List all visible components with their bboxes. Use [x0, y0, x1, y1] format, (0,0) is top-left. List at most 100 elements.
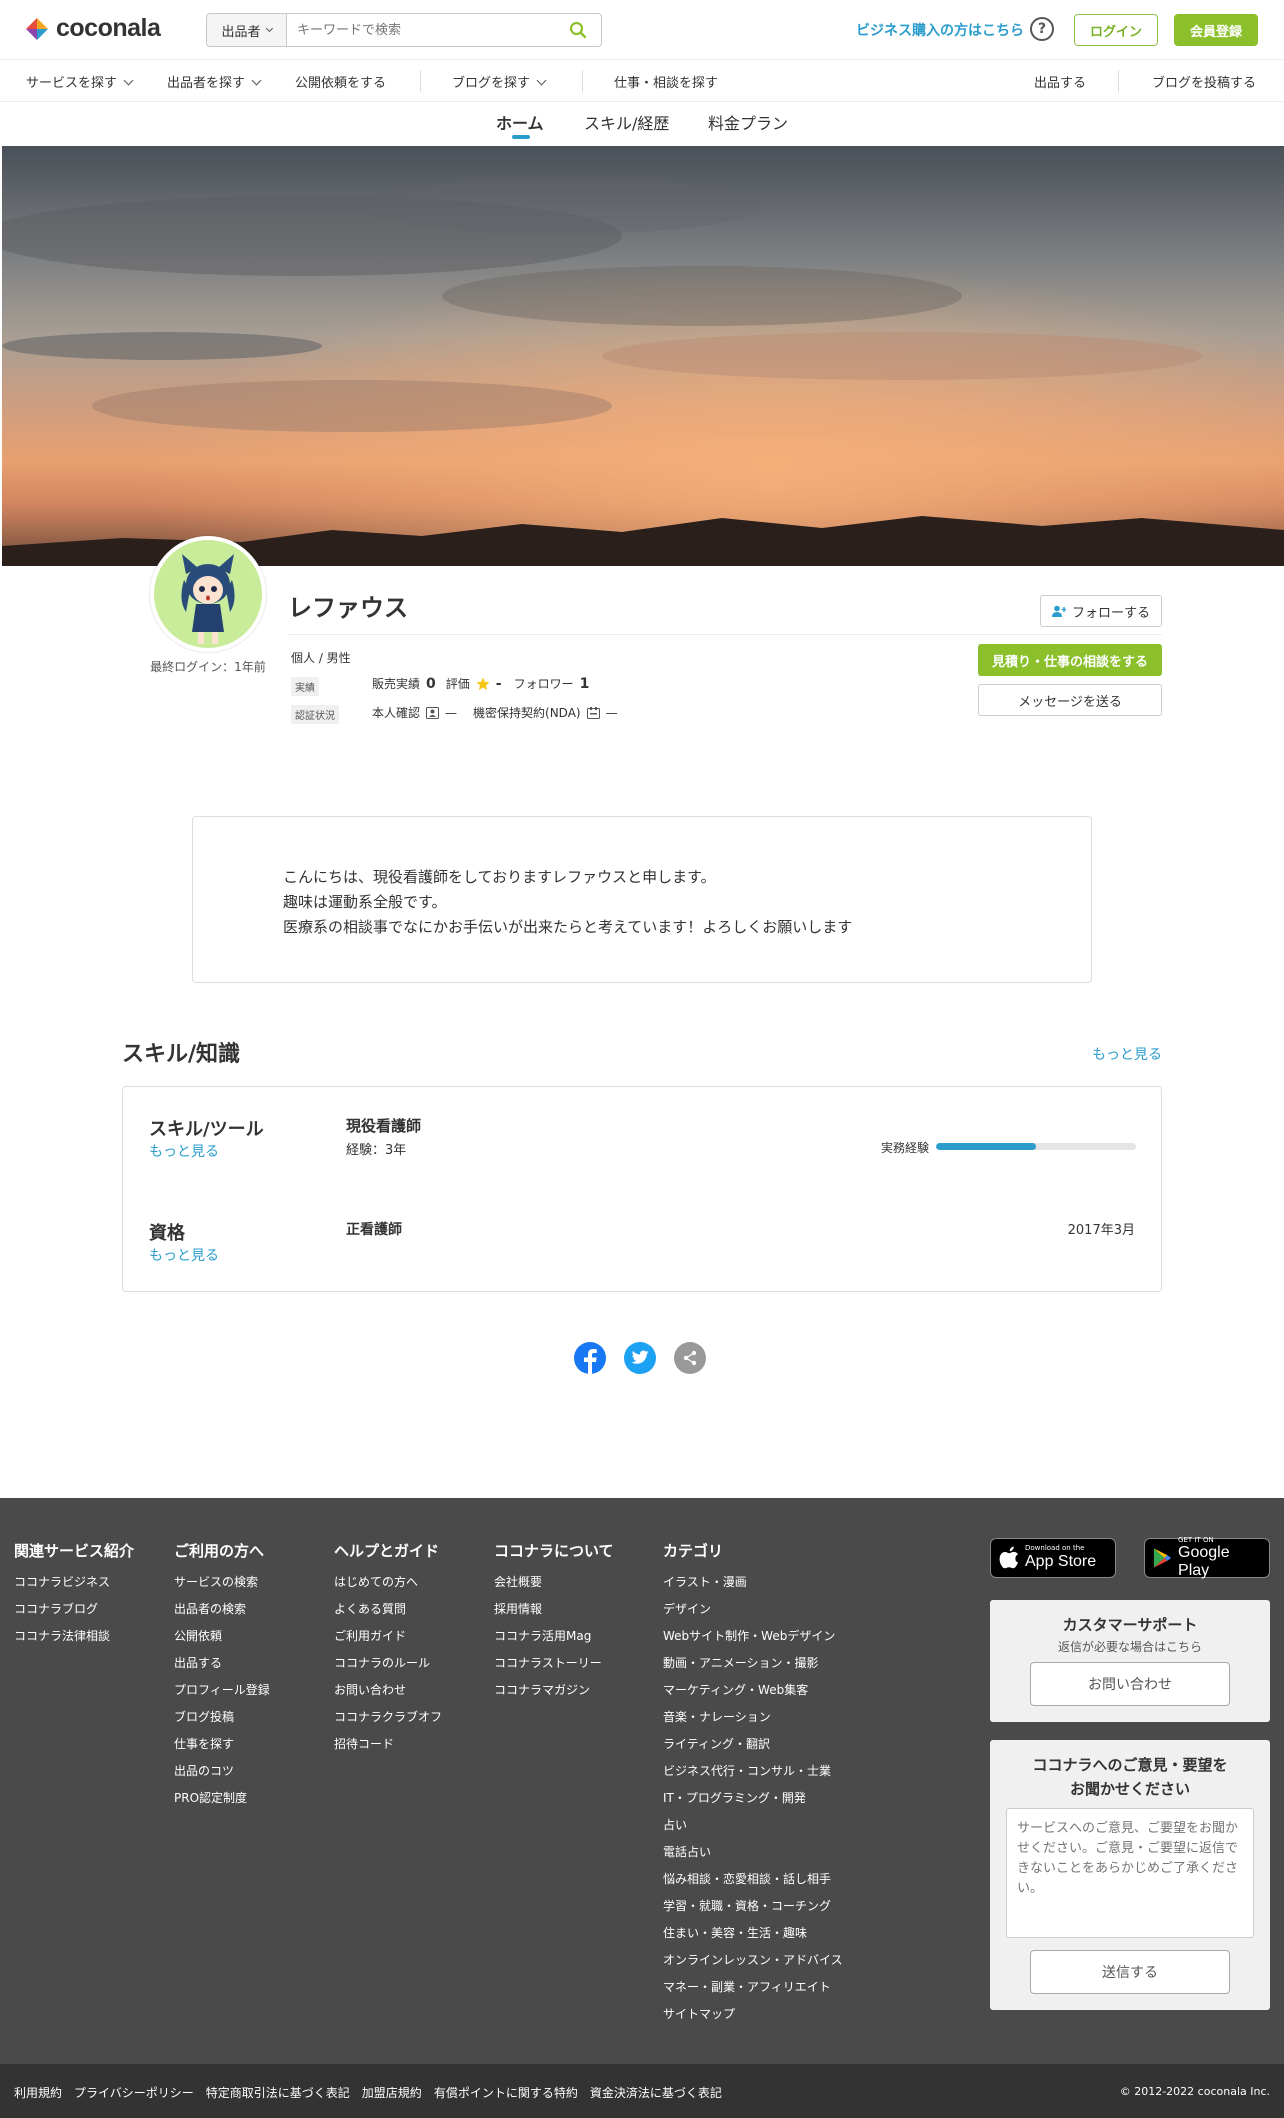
footer-link[interactable]: PRO認定制度 — [174, 1791, 270, 1818]
generic-share-button[interactable] — [674, 1342, 706, 1374]
login-button[interactable]: ログイン — [1074, 14, 1158, 46]
nav-find-jobs[interactable]: 仕事・相談を探す — [614, 72, 718, 91]
legal-link[interactable]: 特定商取引法に基づく表記 — [206, 2084, 350, 2101]
footer-link[interactable]: はじめての方へ — [334, 1575, 442, 1602]
footer-link[interactable]: 悩み相談・恋愛相談・話し相手 — [663, 1872, 843, 1899]
search-button[interactable] — [555, 14, 601, 46]
footer-link[interactable]: マネー・副業・アフィリエイト — [663, 1980, 843, 2007]
qualification-more-link[interactable]: もっと見る — [149, 1245, 219, 1265]
tab-home[interactable]: ホーム — [496, 110, 544, 134]
signup-button[interactable]: 会員登録 — [1174, 14, 1258, 46]
legal-link[interactable]: 有償ポイントに関する特約 — [434, 2084, 578, 2101]
footer-link[interactable]: 学習・就職・資格・コーチング — [663, 1899, 843, 1926]
nav-public-request[interactable]: 公開依頼をする — [295, 72, 386, 91]
tab-skills-career[interactable]: スキル/経歴 — [584, 110, 669, 134]
contact-button[interactable]: お問い合わせ — [1030, 1662, 1230, 1706]
search-icon — [569, 21, 587, 39]
coconala-logo[interactable]: coconala — [24, 14, 161, 43]
avatar-character-icon — [181, 554, 235, 644]
footer-link[interactable]: ブログ投稿 — [174, 1710, 270, 1737]
footer-link[interactable]: デザイン — [663, 1602, 843, 1629]
footer-link[interactable]: 出品者の検索 — [174, 1602, 270, 1629]
active-tab-indicator — [512, 135, 530, 139]
footer-link[interactable]: オンラインレッスン・アドバイス — [663, 1953, 843, 1980]
app-store-big-text: App Store — [1025, 1553, 1097, 1571]
footer-link[interactable]: ココナラビジネス — [14, 1575, 134, 1602]
footer-link[interactable]: 仕事を探す — [174, 1737, 270, 1764]
footer-link[interactable]: 出品のコツ — [174, 1764, 270, 1791]
footer-link[interactable]: 公開依頼 — [174, 1629, 270, 1656]
footer-link[interactable]: イラスト・漫画 — [663, 1575, 843, 1602]
facebook-icon — [584, 1349, 597, 1374]
footer-link[interactable]: Webサイト制作・Webデザイン — [663, 1629, 843, 1656]
search-input[interactable] — [287, 14, 555, 46]
footer-link[interactable]: 音楽・ナレーション — [663, 1710, 843, 1737]
follow-button[interactable]: フォローする — [1040, 595, 1162, 627]
footer-link[interactable]: ココナラマガジン — [494, 1683, 614, 1710]
nav-divider — [1118, 70, 1119, 92]
footer-link[interactable]: サイトマップ — [663, 2007, 843, 2034]
skills-more-link[interactable]: もっと見る — [1092, 1044, 1162, 1064]
avatar — [150, 536, 266, 652]
twitter-share-button[interactable] — [624, 1342, 656, 1374]
experience-bar-fill — [936, 1143, 1036, 1150]
skills-tools-more-link[interactable]: もっと見る — [149, 1141, 219, 1161]
nav-post-blog[interactable]: ブログを投稿する — [1152, 72, 1256, 91]
nav-divider — [582, 70, 583, 92]
search-type-select[interactable]: 出品者 — [207, 14, 287, 46]
footer-link[interactable]: お問い合わせ — [334, 1683, 442, 1710]
google-play-badge[interactable]: GET IT ON Google Play — [1144, 1535, 1270, 1579]
footer-link[interactable]: ライティング・翻訳 — [663, 1737, 843, 1764]
help-icon[interactable]: ? — [1030, 17, 1054, 41]
business-purchase-link[interactable]: ビジネス購入の方はこちら — [856, 20, 1024, 40]
footer-col-help: ヘルプとガイド はじめての方へ よくある質問 ご利用ガイド ココナラのルール お問い合わせ… — [334, 1540, 442, 1764]
chevron-down-icon — [251, 75, 262, 85]
legal-link[interactable]: 利用規約 — [14, 2084, 62, 2101]
star-icon — [476, 677, 490, 690]
footer-link[interactable]: ご利用ガイド — [334, 1629, 442, 1656]
footer-link[interactable]: ココナラクラブオフ — [334, 1710, 442, 1737]
footer-link[interactable]: よくある質問 — [334, 1602, 442, 1629]
chevron-down-icon — [536, 75, 547, 85]
feedback-textarea[interactable] — [1006, 1808, 1254, 1938]
footer-link[interactable]: 占い — [663, 1818, 843, 1845]
footer-link[interactable]: 招待コード — [334, 1737, 442, 1764]
footer-link[interactable]: ビジネス代行・コンサル・士業 — [663, 1764, 843, 1791]
footer-link[interactable]: 電話占い — [663, 1845, 843, 1872]
footer-link[interactable]: 動画・アニメーション・撮影 — [663, 1656, 843, 1683]
footer-link[interactable]: サービスの検索 — [174, 1575, 270, 1602]
legal-link[interactable]: 加盟店規約 — [362, 2084, 422, 2101]
footer-link[interactable]: 採用情報 — [494, 1602, 614, 1629]
footer-link[interactable]: 出品する — [174, 1656, 270, 1683]
profile-tabs: ホーム スキル/経歴 料金プラン — [0, 102, 1284, 146]
footer-link[interactable]: ココナラブログ — [14, 1602, 134, 1629]
app-store-badge[interactable]: Download on the App Store — [990, 1538, 1116, 1578]
legal-link[interactable]: 資金決済法に基づく表記 — [590, 2084, 722, 2101]
footer-link[interactable]: ココナラのルール — [334, 1656, 442, 1683]
tab-pricing[interactable]: 料金プラン — [708, 110, 788, 134]
footer-link[interactable]: IT・プログラミング・開発 — [663, 1791, 843, 1818]
facebook-share-button[interactable] — [574, 1342, 606, 1374]
legal-link[interactable]: プライバシーポリシー — [74, 2084, 194, 2101]
footer-link[interactable]: ココナラ活用Mag — [494, 1629, 614, 1656]
google-play-icon — [1153, 1548, 1172, 1568]
share-buttons — [574, 1342, 706, 1374]
footer-link[interactable]: ココナラ法律相談 — [14, 1629, 134, 1656]
footer-link[interactable]: マーケティング・Web集客 — [663, 1683, 843, 1710]
rating-value: - — [495, 675, 502, 692]
nav-find-blogs[interactable]: ブログを探す — [452, 72, 547, 91]
intro-line: 医療系の相談事でなにかお手伝いが出来たらと考えています！よろしくお願いします — [283, 918, 853, 936]
consult-button[interactable]: 見積り・仕事の相談をする — [978, 644, 1162, 676]
footer-link[interactable]: 会社概要 — [494, 1575, 614, 1602]
nav-sell[interactable]: 出品する — [1034, 72, 1086, 91]
nav-find-sellers[interactable]: 出品者を探す — [167, 72, 262, 91]
footer-link[interactable]: プロフィール登録 — [174, 1683, 270, 1710]
nav-find-services[interactable]: サービスを探す — [26, 72, 134, 91]
footer-link[interactable]: 住まい・美容・生活・趣味 — [663, 1926, 843, 1953]
skills-tools-heading: スキル/ツール — [149, 1119, 264, 1140]
google-play-small-text: GET IT ON — [1178, 1535, 1214, 1544]
feedback-submit-button[interactable]: 送信する — [1030, 1950, 1230, 1994]
send-message-button[interactable]: メッセージを送る — [978, 684, 1162, 716]
self-introduction: こんにちは、現役看護師をしておりますレファウスと申します。 趣味は運動系全般です… — [192, 816, 1092, 983]
footer-link[interactable]: ココナラストーリー — [494, 1656, 614, 1683]
